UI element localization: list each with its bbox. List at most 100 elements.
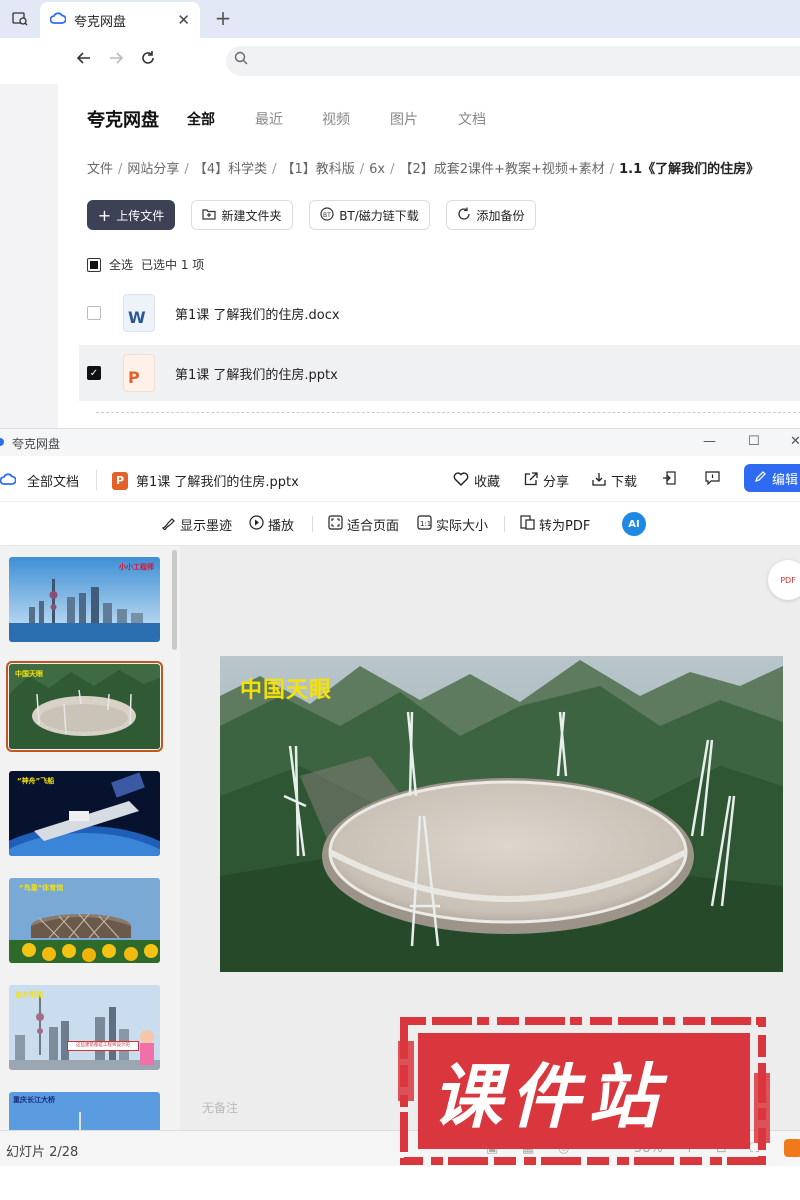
browser-tab[interactable]: 夸克网盘 ✕: [40, 2, 200, 38]
close-icon[interactable]: ✕: [177, 11, 190, 29]
upload-label: 上传文件: [116, 208, 165, 223]
edit-button[interactable]: 编辑: [744, 464, 800, 492]
thumbnail-scrollbar[interactable]: [172, 550, 177, 650]
breadcrumb-current: 1.1《了解我们的住房》: [619, 162, 760, 177]
divider: [312, 516, 313, 532]
to-pdf-button[interactable]: 转为PDF: [520, 515, 590, 534]
folder-plus-icon: [202, 208, 217, 223]
brand-logo-text: 夸克网盘: [87, 110, 159, 131]
tab-search-icon[interactable]: [8, 8, 32, 30]
breadcrumb-sep: /: [609, 162, 615, 177]
tab-video[interactable]: 视频: [322, 109, 350, 129]
current-slide[interactable]: 中国天眼: [220, 656, 783, 972]
selection-bar: 全选 已选中 1 项: [87, 256, 204, 273]
file-row[interactable]: W 第1课 了解我们的住房.docx: [79, 285, 800, 341]
download-icon: [592, 472, 606, 490]
viewer-title-bar: 夸克网盘 — ☐ ✕: [0, 428, 800, 456]
show-ink-button[interactable]: 显示墨迹: [161, 515, 232, 534]
upload-button[interactable]: + 上传文件: [87, 200, 175, 230]
play-label: 播放: [268, 519, 295, 534]
slide-thumb-5[interactable]: 东方明珠 这些建筑都是工程师设计的: [9, 985, 160, 1070]
address-bar[interactable]: [226, 46, 800, 76]
svg-text:1:1: 1:1: [420, 520, 431, 528]
download-button[interactable]: 下载: [592, 471, 637, 490]
breadcrumb: 文件 / 网站分享 / 【4】科学类 / 【1】教科版 / 6x / 【2】成套2课件+教案+视频+…: [87, 158, 759, 177]
ai-assistant-icon[interactable]: AI: [622, 512, 646, 536]
select-all-label[interactable]: 全选: [109, 256, 133, 273]
plus-icon[interactable]: +: [212, 6, 234, 30]
breadcrumb-sep: /: [390, 162, 395, 177]
share-label: 分享: [543, 475, 570, 490]
tab-all[interactable]: 全部: [187, 109, 215, 129]
slide-thumb-2-selected[interactable]: 中国天眼: [6, 661, 163, 752]
to-pdf-label: 转为PDF: [539, 519, 591, 534]
fit-page-icon: [328, 515, 343, 534]
maximize-icon[interactable]: ☐: [748, 434, 760, 449]
slide-thumb-6[interactable]: 重庆长江大桥: [9, 1092, 160, 1130]
minimize-icon[interactable]: —: [703, 434, 716, 449]
comment-icon[interactable]: [705, 471, 720, 485]
browser-tab-bar: 夸克网盘 ✕ +: [0, 0, 800, 38]
close-icon[interactable]: ✕: [790, 434, 800, 449]
reload-icon[interactable]: [140, 50, 156, 71]
watermark-stamp: 课件站: [398, 1013, 770, 1169]
file-checkbox-checked[interactable]: ✓: [87, 366, 101, 380]
play-button[interactable]: 播放: [249, 515, 294, 534]
browser-nav-bar: [0, 38, 800, 84]
pdf-float-button[interactable]: PDF: [768, 560, 800, 600]
file-name[interactable]: 第1课 了解我们的住房.docx: [175, 304, 340, 323]
breadcrumb-item[interactable]: 6x: [369, 162, 385, 177]
word-doc-icon: W: [123, 294, 155, 332]
bt-download-button[interactable]: BT BT/磁力链下载: [309, 200, 430, 230]
tab-docs[interactable]: 文档: [458, 109, 486, 129]
pdf-convert-icon: [520, 515, 535, 534]
share-button[interactable]: 分享: [524, 471, 569, 490]
thumb-title: “神舟”飞船: [17, 777, 55, 785]
selected-count: 已选中 1 项: [141, 258, 205, 272]
drive-page: 夸克网盘 全部 最近 视频 图片 文档 文件 / 网站分享 / 【4】科学类 / 【1】教科…: [58, 84, 800, 429]
slide-thumb-1[interactable]: 小小工程师: [9, 557, 160, 642]
play-slideshow-icon[interactable]: [784, 1139, 800, 1157]
breadcrumb-item[interactable]: 文件: [87, 162, 113, 177]
tab-recent[interactable]: 最近: [255, 109, 283, 129]
slide-thumb-4[interactable]: “鸟巢”体育馆: [9, 878, 160, 963]
add-backup-button[interactable]: 添加备份: [446, 200, 536, 230]
new-folder-button[interactable]: 新建文件夹: [191, 200, 293, 230]
thumb-title: “鸟巢”体育馆: [19, 884, 64, 892]
fit-page-label: 适合页面: [347, 519, 400, 534]
select-all-checkbox[interactable]: [87, 257, 101, 272]
file-checkbox[interactable]: [87, 306, 101, 320]
breadcrumb-item[interactable]: 【4】科学类: [194, 162, 267, 177]
thumb-caption: 这些建筑都是工程师设计的: [67, 1041, 139, 1051]
actual-size-button[interactable]: 1:1 实际大小: [417, 515, 488, 534]
open-external-icon[interactable]: [662, 471, 676, 485]
bt-download-label: BT/磁力链下载: [339, 208, 419, 223]
sync-icon: [457, 207, 471, 224]
all-docs-button[interactable]: 全部文档: [0, 471, 79, 490]
breadcrumb-item[interactable]: 网站分享: [127, 162, 179, 177]
file-row-selected[interactable]: ✓ P 第1课 了解我们的住房.pptx: [79, 345, 800, 401]
favorite-button[interactable]: 收藏: [453, 471, 500, 490]
ink-icon: [161, 515, 176, 534]
divider: [504, 516, 505, 532]
forward-icon[interactable]: [108, 50, 124, 71]
back-icon[interactable]: [76, 50, 92, 71]
fit-page-button[interactable]: 适合页面: [328, 515, 399, 534]
show-ink-label: 显示墨迹: [180, 519, 233, 534]
actual-size-label: 实际大小: [436, 519, 489, 534]
edit-label: 编辑: [772, 472, 799, 488]
cloud-icon: [0, 472, 17, 489]
thumb-title: 中国天眼: [15, 670, 43, 678]
breadcrumb-item[interactable]: 【1】教科版: [281, 162, 354, 177]
thumb-title: 东方明珠: [15, 991, 43, 999]
breadcrumb-item[interactable]: 【2】成套2课件+教案+视频+素材: [400, 162, 605, 177]
bt-icon: BT: [320, 206, 334, 224]
notes-placeholder[interactable]: 无备注: [202, 1099, 238, 1116]
slide-thumbnails: 小小工程师 中国天眼 “神舟”飞船 “鸟巢”体育馆 东方明珠 这些建筑都是工程师…: [0, 546, 180, 1130]
slide-thumb-3[interactable]: “神舟”飞船: [9, 771, 160, 856]
ppt-doc-icon: P: [123, 354, 155, 392]
tab-image[interactable]: 图片: [390, 109, 418, 129]
tab-title: 夸克网盘: [74, 14, 127, 30]
breadcrumb-sep: /: [118, 162, 123, 177]
file-name[interactable]: 第1课 了解我们的住房.pptx: [175, 364, 338, 383]
